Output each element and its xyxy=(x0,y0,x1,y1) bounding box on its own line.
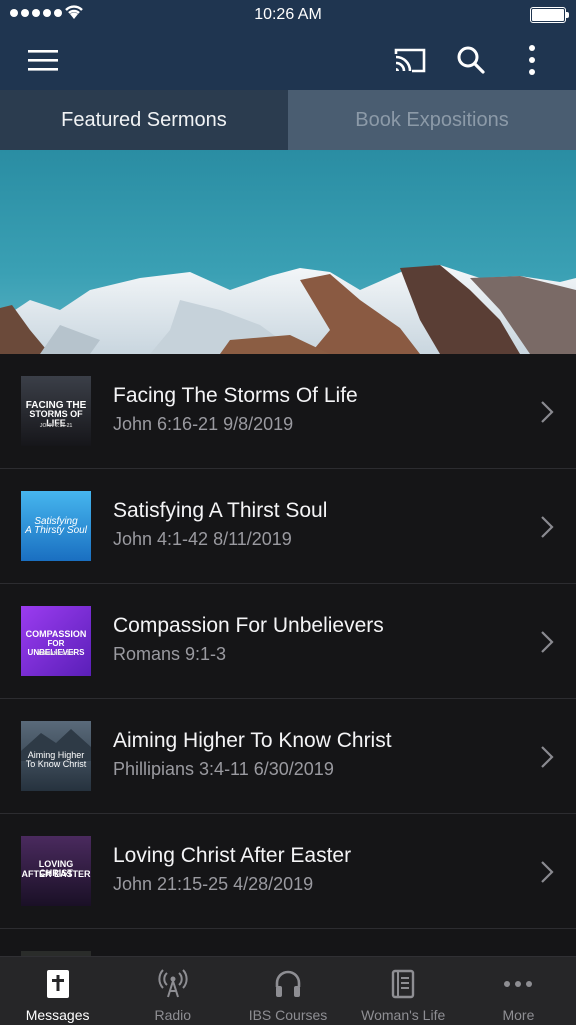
chevron-right-icon xyxy=(541,516,554,538)
hamburger-menu-icon[interactable] xyxy=(23,40,63,80)
sermon-subtitle: John 4:1-42 8/11/2019 xyxy=(113,529,292,549)
list-item[interactable] xyxy=(0,929,576,956)
headphones-icon xyxy=(273,967,303,1001)
cast-icon[interactable] xyxy=(390,40,430,80)
thumb-text: ROMANS 9:1-3 xyxy=(38,651,74,657)
chevron-right-icon xyxy=(541,746,554,768)
app-bar xyxy=(0,30,576,90)
sermon-title: Facing The Storms Of Life xyxy=(113,384,358,407)
list-item[interactable]: LOVING CHRIST AFTER EASTER Loving Christ… xyxy=(0,814,576,929)
thumb-text: To Know Christ xyxy=(25,759,87,769)
tab-book-expositions[interactable]: Book Expositions xyxy=(288,90,576,150)
nav-messages[interactable]: Messages xyxy=(0,957,115,1025)
sermon-title: Aiming Higher To Know Christ xyxy=(113,729,392,752)
tab-featured-sermons[interactable]: Featured Sermons xyxy=(0,90,288,150)
vertical-dots-icon[interactable] xyxy=(512,40,552,80)
battery-icon xyxy=(530,7,569,23)
sermon-thumbnail: Aiming Higher To Know Christ xyxy=(21,721,91,791)
sermon-subtitle: Phillipians 3:4-11 6/30/2019 xyxy=(113,759,334,779)
status-time: 10:26 AM xyxy=(254,6,322,23)
nav-label: More xyxy=(502,1007,535,1023)
sermon-thumbnail: COMPASSION FOR UNBELIEVERS ROMANS 9:1-3 xyxy=(21,606,91,676)
tab-label: Featured Sermons xyxy=(61,108,227,131)
list-item[interactable]: COMPASSION FOR UNBELIEVERS ROMANS 9:1-3 … xyxy=(0,584,576,699)
sermon-title: Loving Christ After Easter xyxy=(113,844,352,867)
nav-label: Radio xyxy=(154,1007,192,1023)
tab-label: Book Expositions xyxy=(355,108,509,131)
sermon-list: FACING THE STORMS OF LIFE JOHN 6:16-21 F… xyxy=(0,354,576,956)
wifi-icon xyxy=(65,5,83,19)
nav-label: IBS Courses xyxy=(248,1007,328,1023)
signal-strength-icon xyxy=(10,9,62,17)
sermon-thumbnail: LOVING CHRIST AFTER EASTER xyxy=(21,836,91,906)
thumb-text: COMPASSION xyxy=(25,629,87,639)
chevron-right-icon xyxy=(541,631,554,653)
status-bar: 10:26 AM xyxy=(0,0,576,30)
nav-womans-life[interactable]: Woman's Life xyxy=(346,957,461,1025)
sermon-title: Compassion For Unbelievers xyxy=(113,614,384,637)
thumb-text: JOHN 6:16-21 xyxy=(39,423,73,429)
chevron-right-icon xyxy=(541,401,554,423)
radio-tower-icon xyxy=(158,967,188,1001)
nav-radio[interactable]: Radio xyxy=(115,957,230,1025)
nav-more[interactable]: More xyxy=(461,957,576,1025)
sermon-subtitle: John 21:15-25 4/28/2019 xyxy=(113,874,314,894)
thumb-text: A Thirsty Soul xyxy=(25,525,87,536)
chevron-right-icon xyxy=(541,861,554,883)
nav-label: Messages xyxy=(25,1007,90,1023)
search-icon[interactable] xyxy=(451,40,491,80)
sermon-subtitle: Romans 9:1-3 xyxy=(113,644,227,664)
tab-bar: Featured Sermons Book Expositions xyxy=(0,90,576,150)
bottom-nav: Messages Radio IBS Courses Woman's Life … xyxy=(0,956,576,1025)
more-dots-icon xyxy=(503,967,533,1001)
sermon-thumbnail: Satisfying A Thirsty Soul xyxy=(21,491,91,561)
thumb-text: AFTER EASTER xyxy=(21,869,91,879)
list-item[interactable]: Satisfying A Thirsty Soul Satisfying A T… xyxy=(0,469,576,584)
sermon-title: Satisfying A Thirst Soul xyxy=(113,499,328,522)
book-icon xyxy=(389,967,417,1001)
mountain-banner-image xyxy=(0,150,576,354)
sermon-thumbnail: FACING THE STORMS OF LIFE JOHN 6:16-21 xyxy=(21,376,91,446)
list-item[interactable]: Aiming Higher To Know Christ Aiming High… xyxy=(0,699,576,814)
nav-label: Woman's Life xyxy=(361,1007,446,1023)
bible-icon xyxy=(45,967,71,1001)
nav-ibs-courses[interactable]: IBS Courses xyxy=(230,957,345,1025)
sermon-subtitle: John 6:16-21 9/8/2019 xyxy=(113,414,294,434)
list-item[interactable]: FACING THE STORMS OF LIFE JOHN 6:16-21 F… xyxy=(0,354,576,469)
